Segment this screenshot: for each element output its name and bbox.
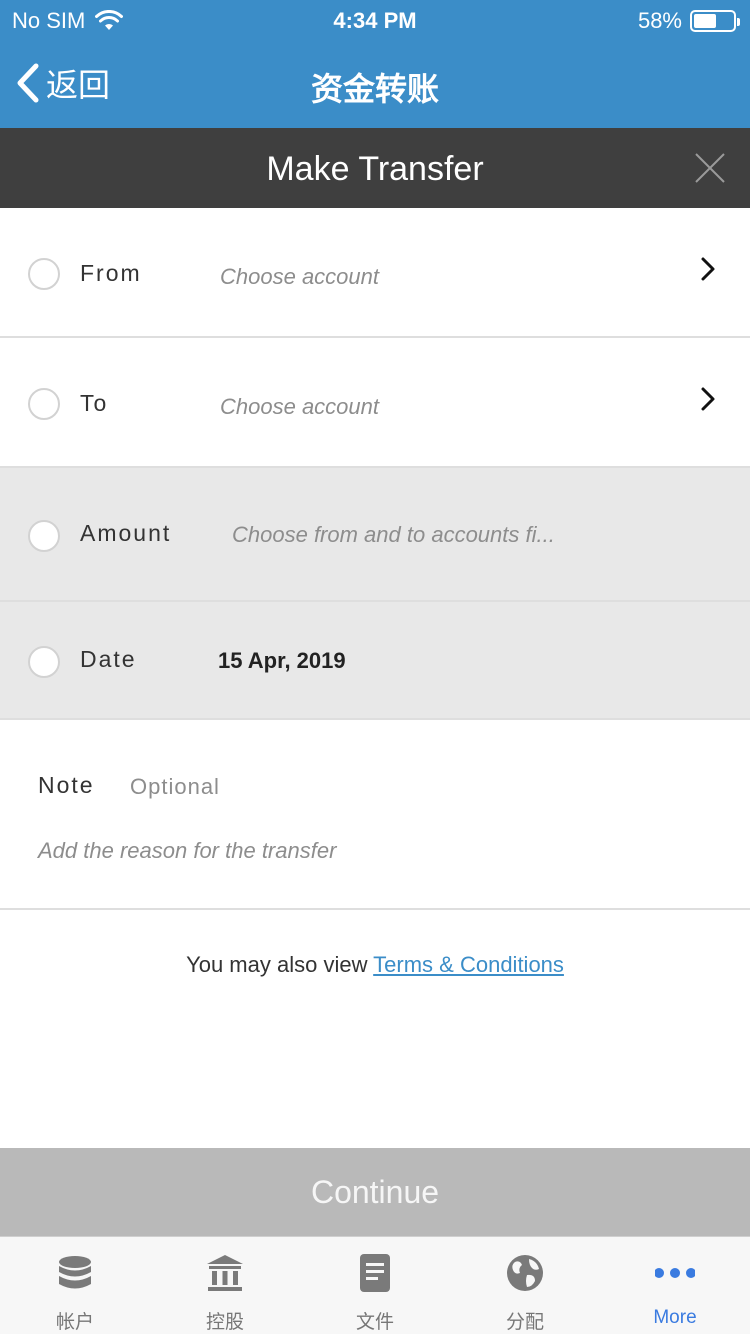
date-label: Date <box>80 646 137 672</box>
amount-input[interactable]: Choose from and to accounts fi... <box>232 522 555 548</box>
to-account-placeholder[interactable]: Choose account <box>220 394 379 420</box>
tab-allocation[interactable]: 分配 <box>450 1237 600 1334</box>
tab-documents[interactable]: 文件 <box>300 1237 450 1334</box>
battery-indicator: 58% <box>637 8 740 34</box>
top-bar: No SIM 4:34 PM 58% 返回 资金转账 <box>0 0 750 128</box>
amount-radio <box>28 520 60 552</box>
page-title: 资金转账 <box>310 71 439 107</box>
to-row[interactable]: To Choose account <box>0 338 750 468</box>
chevron-right-icon[interactable] <box>700 386 716 412</box>
globe-icon <box>507 1255 543 1291</box>
date-row: Date 15 Apr, 2019 <box>0 602 750 720</box>
document-icon <box>360 1254 390 1292</box>
navigation-bar: 返回 资金转账 <box>0 40 750 128</box>
bank-icon <box>207 1255 243 1291</box>
from-row[interactable]: From Choose account <box>0 208 750 338</box>
tab-accounts[interactable]: 帐户 <box>0 1237 150 1334</box>
battery-tip <box>737 18 740 26</box>
note-label: Note <box>38 772 95 798</box>
to-radio[interactable] <box>28 388 60 420</box>
status-bar: No SIM 4:34 PM 58% <box>0 0 750 40</box>
continue-button[interactable]: Continue <box>0 1148 750 1236</box>
battery-percent: 58% <box>637 8 682 33</box>
tab-holdings[interactable]: 控股 <box>150 1237 300 1334</box>
note-input[interactable]: Add the reason for the transfer <box>38 838 718 864</box>
battery-icon <box>690 10 740 32</box>
terms-prefix: You may also view <box>186 952 374 977</box>
date-radio <box>28 646 60 678</box>
tab-more[interactable]: More <box>600 1237 750 1334</box>
amount-row: Amount Choose from and to accounts fi... <box>0 468 750 602</box>
tab-label: More <box>653 1307 697 1328</box>
battery-fill <box>694 14 716 28</box>
terms-link[interactable]: Terms & Conditions <box>373 952 564 977</box>
more-dots-icon <box>655 1268 695 1278</box>
tab-label: 文件 <box>355 1312 394 1333</box>
modal-header: Make Transfer <box>0 128 750 208</box>
close-icon[interactable] <box>694 152 726 184</box>
to-label: To <box>80 390 109 416</box>
tab-label: 控股 <box>205 1312 244 1333</box>
terms-text: You may also view Terms & Conditions <box>0 952 750 978</box>
tab-label: 分配 <box>505 1312 544 1333</box>
modal-title: Make Transfer <box>266 150 484 188</box>
date-value[interactable]: 15 Apr, 2019 <box>218 648 346 674</box>
note-section: Note Optional Add the reason for the tra… <box>0 720 750 910</box>
database-icon <box>59 1256 91 1289</box>
note-optional-label: Optional <box>130 774 220 799</box>
tab-label: 帐户 <box>55 1312 94 1333</box>
chevron-right-icon[interactable] <box>700 256 716 282</box>
from-radio[interactable] <box>28 258 60 290</box>
tab-bar: 帐户 控股 文件 分配 More <box>0 1236 750 1334</box>
from-label: From <box>80 260 142 286</box>
from-account-placeholder[interactable]: Choose account <box>220 264 379 290</box>
amount-label: Amount <box>80 520 172 546</box>
